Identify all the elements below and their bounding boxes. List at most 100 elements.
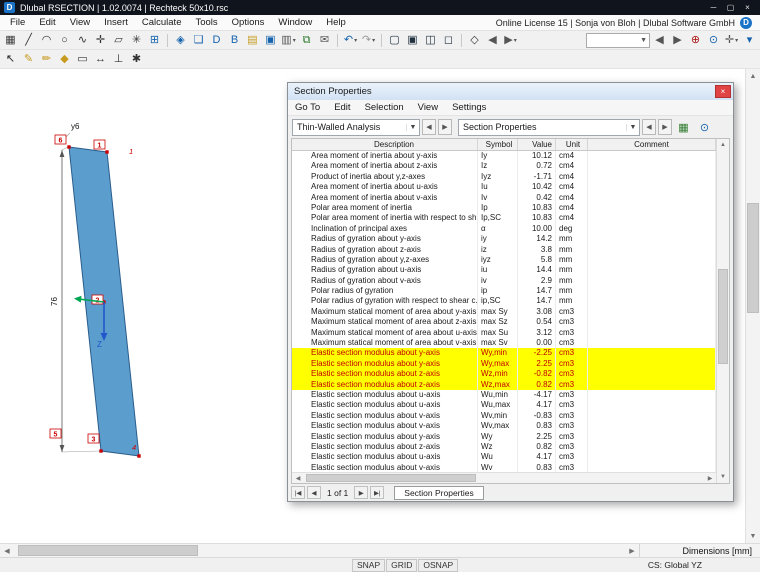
toggle-snap[interactable]: SNAP <box>352 559 385 572</box>
table-row-highlighted[interactable]: Elastic section modulus about z-axisWz,m… <box>292 380 716 390</box>
display-model-icon[interactable]: ▢ <box>386 32 403 49</box>
menu-calculate[interactable]: Calculate <box>135 17 189 28</box>
last-page-icon[interactable]: ▶| <box>370 486 384 499</box>
scroll-up-icon[interactable]: ▲ <box>720 139 726 151</box>
analysis-type-combo[interactable]: Thin-Walled Analysis ▼ <box>292 119 420 136</box>
table-vertical-scrollbar[interactable]: ▲ ▼ <box>716 139 729 483</box>
table-row[interactable]: Radius of gyration about v-axisiv2.9mm <box>292 276 716 286</box>
menu-insert[interactable]: Insert <box>97 17 135 28</box>
print-icon[interactable]: ▥▾ <box>280 32 297 49</box>
table-row[interactable]: Radius of gyration about z-axisiz3.8mm <box>292 245 716 255</box>
prev-analysis-icon[interactable]: ◀ <box>422 119 436 135</box>
prev-table-icon[interactable]: ◀ <box>642 119 656 135</box>
maximize-icon[interactable]: ▢ <box>722 3 739 12</box>
menu-window[interactable]: Window <box>271 17 319 28</box>
next-page-icon[interactable]: ▶ <box>354 486 368 499</box>
column-header-comment[interactable]: Comment <box>588 139 716 150</box>
table-row[interactable]: Maximum statical moment of area about y-… <box>292 307 716 317</box>
scroll-left-icon[interactable]: ◀ <box>292 475 304 482</box>
display-solid-icon[interactable]: ▣ <box>404 32 421 49</box>
menu-tools[interactable]: Tools <box>188 17 224 28</box>
scrollbar-thumb[interactable] <box>747 203 759 313</box>
copy-icon[interactable]: ⧉ <box>298 32 315 49</box>
table-row[interactable]: Polar radius of gyration with respect to… <box>292 296 716 306</box>
line-style-icon[interactable]: ▭ <box>74 51 91 68</box>
table-row[interactable]: Elastic section modulus about y-axisWy2.… <box>292 432 716 442</box>
node-marker[interactable] <box>105 150 108 153</box>
navigator-icon[interactable]: ◈ <box>172 32 189 49</box>
search-icon[interactable]: ⊙ <box>695 119 714 136</box>
table-row[interactable]: Area moment of inertia about y-axisIy10.… <box>292 151 716 161</box>
mail-icon[interactable]: ✉ <box>316 32 333 49</box>
view-forward-icon[interactable]: ▶▾ <box>502 32 519 49</box>
table-row[interactable]: Polar radius of gyrationip14.7mm <box>292 286 716 296</box>
toggle-osnap[interactable]: OSNAP <box>418 559 458 572</box>
pan-icon[interactable]: ✛▾ <box>723 32 740 49</box>
menu-options[interactable]: Options <box>225 17 272 28</box>
table-row[interactable]: Radius of gyration about u-axisiu14.4mm <box>292 265 716 275</box>
zoom-in-icon[interactable]: ⊕ <box>687 32 704 49</box>
table-row[interactable]: Area moment of inertia about v-axisIv0.4… <box>292 193 716 203</box>
point-tool-icon[interactable]: ✛ <box>92 32 109 49</box>
calculate-icon[interactable]: ⊞ <box>146 32 163 49</box>
horizontal-scrollbar[interactable]: ◀ ▶ <box>0 544 640 557</box>
toggle-grid[interactable]: GRID <box>386 559 417 572</box>
next-selection-icon[interactable]: ▶ <box>669 32 686 49</box>
node-marker[interactable] <box>67 145 70 148</box>
table-row[interactable]: Elastic section modulus about v-axisWv,m… <box>292 411 716 421</box>
redo-icon[interactable]: ↷▾ <box>360 32 377 49</box>
line-tool-icon[interactable]: ╱ <box>20 32 37 49</box>
chevron-down-icon[interactable]: ▼ <box>626 124 639 131</box>
node-marker[interactable] <box>99 449 102 452</box>
first-page-icon[interactable]: |◀ <box>291 486 305 499</box>
tables-icon[interactable]: ▦ <box>2 32 19 49</box>
open-icon[interactable]: ▤ <box>244 32 261 49</box>
display-wireframe-icon[interactable]: ◻ <box>440 32 457 49</box>
table-row[interactable]: Inclination of principal axesα10.00deg <box>292 224 716 234</box>
table-row[interactable]: Elastic section modulus about u-axisWu4.… <box>292 452 716 462</box>
column-header-unit[interactable]: Unit <box>556 139 588 150</box>
panel-menu-edit[interactable]: Edit <box>327 102 357 113</box>
element-tool-icon[interactable]: ▱ <box>110 32 127 49</box>
table-row[interactable]: Maximum statical moment of area about v-… <box>292 338 716 348</box>
panel-close-icon[interactable]: × <box>715 85 731 98</box>
next-table-icon[interactable]: ▶ <box>658 119 672 135</box>
scroll-down-icon[interactable]: ▼ <box>746 529 760 543</box>
circle-tool-icon[interactable]: ○ <box>56 32 73 49</box>
arc-tool-icon[interactable]: ◠ <box>38 32 55 49</box>
new-file-icon[interactable]: ❏ <box>190 32 207 49</box>
table-row[interactable]: Elastic section modulus about u-axisWu,m… <box>292 390 716 400</box>
table-row[interactable]: Elastic section modulus about v-axisWv0.… <box>292 463 716 472</box>
table-row[interactable]: Polar area moment of inertiaIp10.83cm4 <box>292 203 716 213</box>
visibility-combo[interactable]: ▼ <box>586 33 650 48</box>
menu-edit[interactable]: Edit <box>32 17 62 28</box>
table-row[interactable]: Elastic section modulus about v-axisWv,m… <box>292 421 716 431</box>
table-row-highlighted[interactable]: Elastic section modulus about y-axisWy,m… <box>292 348 716 358</box>
scroll-right-icon[interactable]: ▶ <box>704 475 716 482</box>
close-icon[interactable]: × <box>739 3 756 12</box>
menu-help[interactable]: Help <box>319 17 353 28</box>
table-row-highlighted[interactable]: Elastic section modulus about y-axisWy,m… <box>292 359 716 369</box>
minimize-icon[interactable]: ─ <box>705 3 722 12</box>
scroll-up-icon[interactable]: ▲ <box>746 69 760 83</box>
table-row[interactable]: Radius of gyration about y,z-axesiyz5.8m… <box>292 255 716 265</box>
format-brush-icon[interactable]: ✎ <box>20 51 37 68</box>
prev-page-icon[interactable]: ◀ <box>307 486 321 499</box>
scroll-right-icon[interactable]: ▶ <box>625 547 639 555</box>
select-arrow-icon[interactable]: ↖ <box>2 51 19 68</box>
chevron-down-icon[interactable]: ▼ <box>406 124 419 131</box>
panel-title-bar[interactable]: Section Properties × <box>288 83 733 100</box>
dimension-tool-icon[interactable]: ↔ <box>92 51 109 68</box>
panel-menu-selection[interactable]: Selection <box>358 102 411 113</box>
prev-selection-icon[interactable]: ◀ <box>651 32 668 49</box>
scrollbar-thumb[interactable] <box>306 474 476 482</box>
table-row[interactable]: Area moment of inertia about z-axisIz0.7… <box>292 161 716 171</box>
scroll-left-icon[interactable]: ◀ <box>0 547 14 555</box>
results-table-combo[interactable]: Section Properties ▼ <box>458 119 640 136</box>
settings-tool-icon[interactable]: ✱ <box>128 51 145 68</box>
scroll-down-icon[interactable]: ▼ <box>720 471 726 483</box>
table-row[interactable]: Polar area moment of inertia with respec… <box>292 213 716 223</box>
scrollbar-thumb[interactable] <box>718 269 728 364</box>
table-settings-icon[interactable]: ▦ <box>674 119 693 136</box>
column-header-description[interactable]: Description <box>292 139 478 150</box>
